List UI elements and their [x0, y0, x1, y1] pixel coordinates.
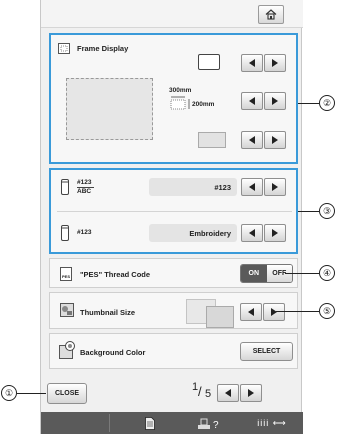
help-icon-glyph: ? — [198, 418, 219, 431]
frame-size-next-button[interactable] — [264, 92, 286, 110]
right-arrow-icon — [272, 183, 278, 191]
background-color-label: Background Color — [80, 348, 146, 357]
thread-brand-prev-button[interactable] — [241, 224, 263, 242]
document-icon[interactable] — [143, 415, 157, 431]
thumbnail-icon — [60, 303, 74, 317]
right-arrow-icon — [272, 97, 278, 105]
callout-4: ④ — [319, 265, 335, 281]
callout-5: ⑤ — [319, 303, 335, 319]
left-arrow-icon — [225, 389, 231, 397]
left-arrow-icon — [248, 308, 254, 316]
thread-spool-icon — [61, 225, 69, 241]
thumbnail-size-label: Thumbnail Size — [80, 308, 136, 317]
thread-spool-icon — [61, 179, 69, 195]
pes-file-icon-text: PES — [61, 274, 70, 279]
home-button[interactable] — [258, 5, 284, 24]
background-color-select-button[interactable]: SELECT — [240, 342, 293, 361]
right-arrow-icon — [271, 308, 277, 316]
page-separator: / — [198, 384, 202, 399]
page-indicator: 1 / 5 — [190, 381, 216, 403]
home-icon — [265, 9, 277, 20]
thread-number-value: #123 — [149, 178, 237, 196]
thread-number-next-button[interactable] — [264, 178, 286, 196]
background-color-icon — [59, 341, 75, 359]
thread-number-label-bottom: ABC — [77, 188, 92, 195]
page-total: 5 — [205, 388, 212, 400]
thread-brand-label: #123 — [77, 229, 92, 236]
thread-panel-divider — [57, 211, 292, 212]
thumbnail-size-row: Thumbnail Size — [49, 292, 298, 329]
frame-size-height: 200mm — [192, 101, 215, 108]
callout-line-2 — [298, 103, 319, 104]
callout-line-4 — [285, 273, 319, 274]
thread-brand-next-button[interactable] — [264, 224, 286, 242]
frame-size-prev-button[interactable] — [241, 92, 263, 110]
pes-thread-code-label: "PES" Thread Code — [80, 270, 151, 279]
thumbnail-prev-button[interactable] — [240, 303, 262, 321]
frame-color-next-button[interactable] — [264, 131, 286, 149]
thread-number-prev-button[interactable] — [241, 178, 263, 196]
document-icon-glyph — [145, 416, 155, 430]
right-arrow-icon — [272, 229, 278, 237]
frame-display-panel: Frame Display 300mm 200mm — [49, 33, 298, 164]
help-icon[interactable]: ? — [196, 415, 222, 431]
top-bar — [41, 0, 303, 28]
frame-preview — [66, 78, 153, 140]
background-color-row: Background Color SELECT — [49, 333, 298, 369]
toggle-on-option[interactable]: ON — [241, 265, 267, 282]
right-arrow-icon — [272, 59, 278, 67]
callout-2: ② — [319, 95, 335, 111]
right-arrow-icon — [248, 389, 254, 397]
frame-color-prev-button[interactable] — [241, 131, 263, 149]
left-arrow-icon — [249, 183, 255, 191]
frame-size-width: 300mm — [169, 87, 192, 94]
thread-change-icon[interactable]: iiii ⟷ — [255, 415, 289, 431]
left-arrow-icon — [249, 97, 255, 105]
thumbnail-size-preview-small — [206, 306, 234, 328]
callout-3: ③ — [319, 203, 335, 219]
callout-1: ① — [1, 385, 17, 401]
thread-display-panel: #123 ABC #123 #123 Embroidery — [49, 168, 298, 254]
frame-display-label: Frame Display — [77, 44, 129, 53]
right-arrow-icon — [272, 136, 278, 144]
page-next-button[interactable] — [240, 384, 262, 402]
left-arrow-icon — [249, 59, 255, 67]
thread-number-label-top: #123 — [77, 179, 92, 186]
bottom-bar-divider — [109, 414, 110, 432]
frame-type-prev-button[interactable] — [241, 54, 263, 72]
left-arrow-icon — [249, 136, 255, 144]
frame-display-type-preview — [198, 54, 220, 70]
frame-type-next-button[interactable] — [264, 54, 286, 72]
pes-thread-code-row: PES "PES" Thread Code ON OFF — [49, 258, 298, 288]
pes-file-icon: PES — [60, 267, 72, 281]
callout-line-3 — [298, 211, 319, 212]
callout-line-1 — [17, 393, 46, 394]
frame-color-swatch — [198, 132, 226, 148]
thumbnail-next-button[interactable] — [263, 303, 285, 321]
callout-line-5 — [276, 311, 319, 312]
bottom-bar: ? iiii ⟷ — [41, 412, 303, 434]
left-arrow-icon — [249, 229, 255, 237]
svg-text:?: ? — [213, 420, 219, 431]
page-prev-button[interactable] — [217, 384, 239, 402]
close-button[interactable]: CLOSE — [47, 383, 87, 404]
thread-brand-value: Embroidery — [149, 224, 237, 242]
frame-display-icon — [58, 43, 70, 54]
settings-screen: Frame Display 300mm 200mm #123 ABC #123 — [40, 0, 303, 434]
